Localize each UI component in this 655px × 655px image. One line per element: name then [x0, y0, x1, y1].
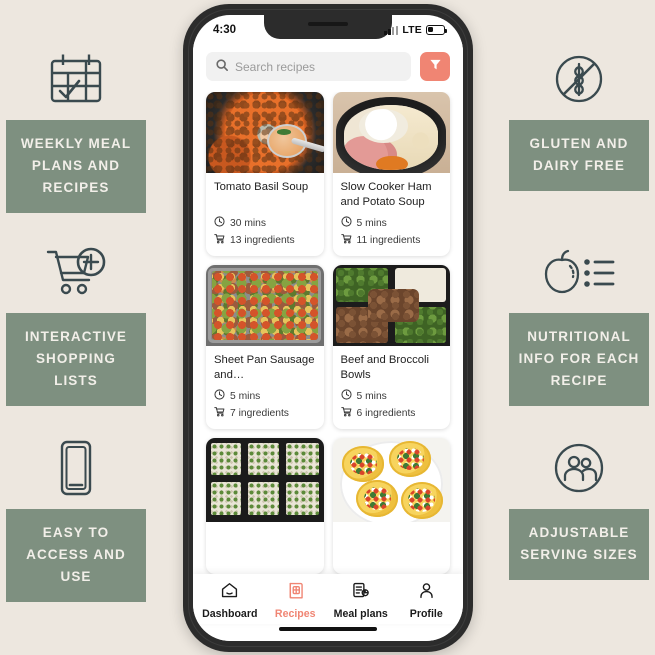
feature-weekly-meal-plans: Weekly meal plans and recipes: [6, 48, 146, 213]
phone-mockup: 4:30 LTE Search recipes Tomato Basil Sou…: [183, 4, 473, 652]
recipe-title: Tomato Basil Soup: [214, 181, 309, 193]
recipe-book-icon: [286, 581, 305, 605]
feature-label: Easy to access and use: [6, 509, 146, 602]
search-input[interactable]: Search recipes: [206, 52, 411, 81]
clock-icon: [214, 216, 225, 230]
cart-icon: [340, 406, 352, 420]
network-label: LTE: [402, 23, 422, 36]
apple-nutrition-list-icon: [540, 241, 618, 303]
recipe-time-label: 5 mins: [230, 390, 261, 402]
status-time: 4:30: [213, 23, 237, 36]
home-icon: [220, 581, 239, 605]
feature-easy-to-access: Easy to access and use: [6, 437, 146, 602]
recipe-grid[interactable]: Tomato Basil Soup 30 mins 13 ingredients…: [193, 92, 463, 574]
tab-dashboard[interactable]: Dashboard: [197, 581, 263, 620]
recipe-ingredients: 11 ingredients: [340, 233, 443, 247]
recipe-card[interactable]: [332, 438, 450, 574]
status-bar: 4:30 LTE: [193, 15, 463, 42]
recipe-time: 30 mins: [214, 216, 316, 230]
feature-interactive-shopping-lists: Interactive shopping lists: [6, 241, 146, 406]
recipe-ingredients-label: 7 ingredients: [230, 407, 289, 419]
feature-nutritional-info: Nutritional info for each recipe: [509, 241, 649, 406]
tab-recipes[interactable]: Recipes: [263, 581, 329, 620]
recipe-image: [332, 265, 450, 346]
calendar-check-icon: [48, 48, 104, 110]
search-row: Search recipes: [193, 42, 463, 92]
cart-icon: [214, 406, 225, 420]
filter-button[interactable]: [420, 52, 450, 81]
feature-adjustable-serving-sizes: Adjustable serving sizes: [509, 437, 649, 580]
recipe-time-label: 5 mins: [356, 217, 387, 229]
recipe-card[interactable]: Tomato Basil Soup 30 mins 13 ingredients: [206, 92, 324, 256]
tab-label: Profile: [409, 608, 443, 620]
recipe-image: [332, 92, 450, 173]
recipe-title: Slow Cooker Ham and Potato Soup: [340, 181, 432, 208]
signal-bars-icon: [384, 25, 399, 35]
filter-funnel-icon: [429, 58, 442, 76]
tab-label: Dashboard: [202, 608, 258, 620]
recipe-image: [206, 92, 324, 173]
recipe-title: [214, 529, 316, 559]
feature-label: Gluten and dairy free: [509, 120, 649, 191]
home-indicator: [193, 624, 463, 641]
bottom-tab-bar: Dashboard Recipes Meal plans Profile: [193, 574, 463, 624]
feature-label: Adjustable serving sizes: [509, 509, 649, 580]
recipe-ingredients-label: 6 ingredients: [356, 407, 416, 419]
cart-icon: [340, 233, 352, 247]
recipe-ingredients-label: 13 ingredients: [230, 234, 295, 246]
recipe-title: Sheet Pan Sausage and…: [214, 354, 315, 381]
recipe-title: [341, 529, 443, 559]
battery-icon: [426, 24, 448, 35]
clock-icon: [340, 216, 352, 230]
tab-label: Recipes: [274, 608, 316, 620]
clock-icon: [340, 389, 352, 403]
recipe-card[interactable]: [206, 438, 324, 574]
recipe-time: 5 mins: [214, 389, 316, 403]
feature-gluten-dairy-free: Gluten and dairy free: [509, 48, 649, 191]
tab-label: Meal plans: [333, 608, 388, 620]
recipe-time-label: 5 mins: [356, 390, 387, 402]
recipe-title: Beef and Broccoli Bowls: [340, 354, 430, 381]
recipe-card[interactable]: Sheet Pan Sausage and… 5 mins 7 ingredie…: [206, 265, 324, 429]
recipe-ingredients: 13 ingredients: [214, 233, 316, 247]
no-gluten-wheat-icon: [551, 48, 607, 110]
feature-label: Interactive shopping lists: [6, 313, 146, 406]
recipe-time: 5 mins: [340, 389, 443, 403]
search-icon: [216, 58, 228, 76]
search-placeholder: Search recipes: [235, 59, 316, 74]
clock-icon: [214, 389, 225, 403]
two-people-circle-icon: [550, 437, 608, 499]
feature-label: Weekly meal plans and recipes: [6, 120, 146, 213]
poster-canvas: Weekly meal plans and recipes Interactiv…: [0, 0, 655, 655]
mobile-phone-icon: [55, 437, 97, 499]
recipe-ingredients: 7 ingredients: [214, 406, 316, 420]
phone-screen: 4:30 LTE Search recipes Tomato Basil Sou…: [193, 15, 463, 641]
shopping-cart-plus-icon: [44, 241, 108, 303]
feature-label: Nutritional info for each recipe: [509, 313, 649, 406]
recipe-card[interactable]: Slow Cooker Ham and Potato Soup 5 mins 1…: [332, 92, 450, 256]
recipe-image: [206, 438, 324, 522]
cart-icon: [214, 233, 225, 247]
recipe-image: [206, 265, 324, 346]
tab-profile[interactable]: Profile: [394, 581, 460, 620]
recipe-card[interactable]: Beef and Broccoli Bowls 5 mins 6 ingredi…: [332, 265, 450, 429]
recipe-ingredients-label: 11 ingredients: [356, 234, 421, 246]
recipe-time-label: 30 mins: [230, 217, 267, 229]
recipe-ingredients: 6 ingredients: [340, 406, 443, 420]
person-icon: [417, 581, 436, 605]
recipe-image: [332, 438, 450, 522]
meal-plan-clipboard-icon: [351, 581, 370, 605]
tab-meal-plans[interactable]: Meal plans: [328, 581, 394, 620]
recipe-time: 5 mins: [340, 216, 443, 230]
